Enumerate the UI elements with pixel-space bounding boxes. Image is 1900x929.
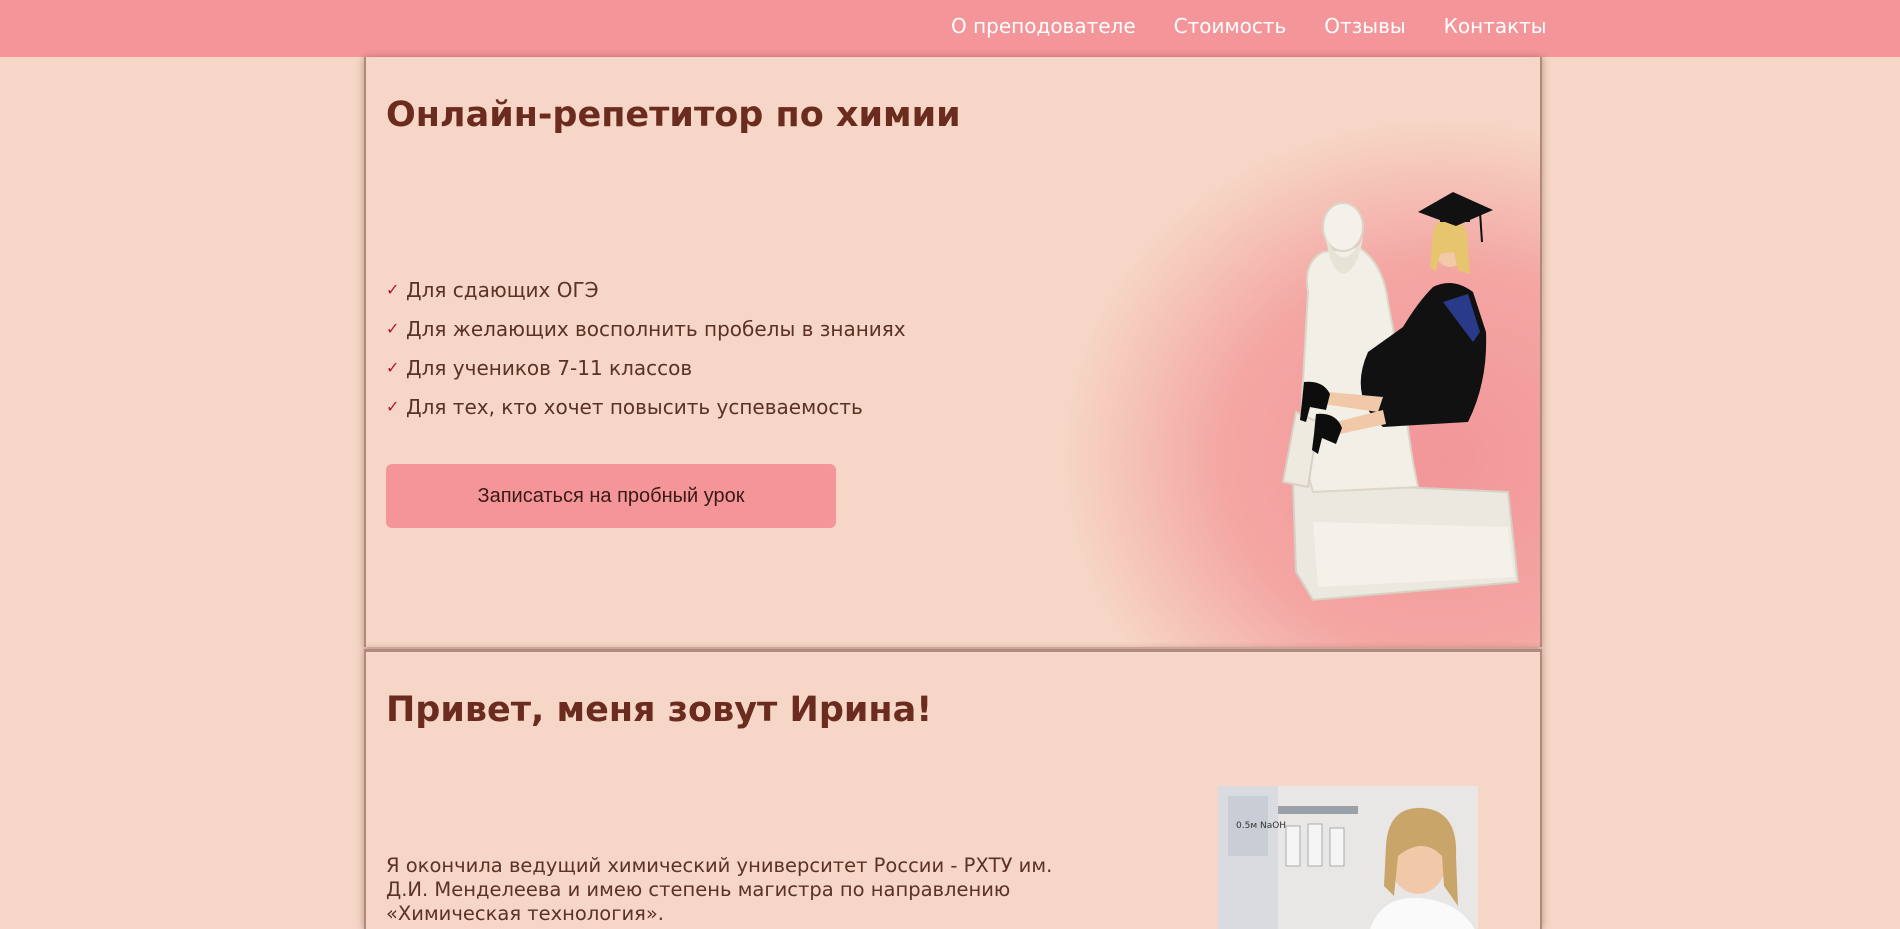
bio-line: Я окончила ведущий химический университе… — [386, 854, 1053, 877]
top-navigation-bar: О преподователе Стоимость Отзывы Контакт… — [0, 0, 1900, 57]
about-title: Привет, меня зовут Ирина! — [386, 690, 933, 730]
checkmark-icon: ✓ — [386, 319, 400, 338]
benefit-item: ✓ Для тех, кто хочет повысить успеваемос… — [386, 387, 906, 426]
nav-link-about-teacher[interactable]: О преподователе — [951, 14, 1136, 38]
benefit-text: Для тех, кто хочет повысить успеваемость — [406, 394, 863, 419]
about-section: Привет, меня зовут Ирина! Я окончила вед… — [364, 649, 1542, 929]
bio-text: Я окончила ведущий химический университе… — [386, 854, 1086, 926]
nav-link-contacts[interactable]: Контакты — [1444, 14, 1547, 38]
benefit-text: Для учеников 7-11 классов — [406, 355, 693, 380]
trial-lesson-button[interactable]: Записаться на пробный урок — [386, 464, 836, 528]
bio-line: «Химическая технология». — [386, 902, 664, 925]
checkmark-icon: ✓ — [386, 397, 400, 416]
hero-title: Онлайн-репетитор по химии — [386, 95, 961, 135]
nav-link-pricing[interactable]: Стоимость — [1174, 14, 1287, 38]
main-nav: О преподователе Стоимость Отзывы Контакт… — [951, 0, 1547, 52]
benefit-text: Для сдающих ОГЭ — [406, 277, 599, 302]
benefit-item: ✓ Для сдающих ОГЭ — [386, 270, 906, 309]
checkmark-icon: ✓ — [386, 280, 400, 299]
benefit-item: ✓ Для учеников 7-11 классов — [386, 348, 906, 387]
checkmark-icon: ✓ — [386, 358, 400, 377]
lab-photo-illustration: 0.5м NaOH — [1218, 786, 1478, 929]
bio-line: Д.И. Менделеева и имею степень магистра … — [386, 878, 1011, 901]
hero-section: Онлайн-репетитор по химии ✓ Для сдающих … — [364, 57, 1542, 647]
benefit-text: Для желающих восполнить пробелы в знания… — [406, 316, 906, 341]
nav-link-reviews[interactable]: Отзывы — [1324, 14, 1405, 38]
benefit-item: ✓ Для желающих восполнить пробелы в знан… — [386, 309, 906, 348]
lab-bottle-label: 0.5м NaOH — [1236, 821, 1286, 831]
benefits-list: ✓ Для сдающих ОГЭ ✓ Для желающих восполн… — [386, 270, 906, 426]
lab-photo: 0.5м NaOH — [1218, 786, 1478, 929]
teacher-statue-photo — [1281, 192, 1520, 602]
